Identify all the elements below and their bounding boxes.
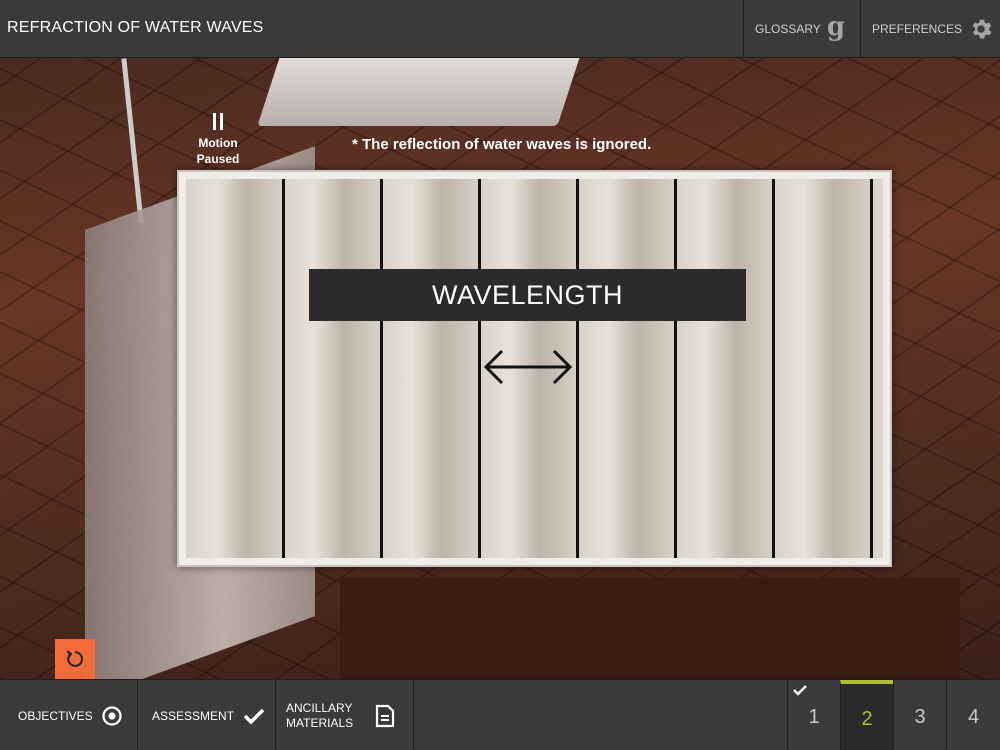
preferences-button[interactable]: PREFERENCES [860,0,1000,58]
motion-state-label: Motion Paused [190,135,246,167]
wavelength-label: WAVELENGTH [309,269,746,321]
wave-crest [772,179,775,558]
ancillary-label: ANCILLARY MATERIALS [286,701,366,731]
reset-icon [66,650,83,667]
double-arrow-icon [483,349,573,385]
top-bar: REFRACTION OF WATER WAVES GLOSSARY g PRE… [0,0,1000,58]
ancillary-label-line2: MATERIALS [286,715,354,730]
page-tab-label: 1 [808,706,820,728]
wave-crest [380,179,383,558]
gear-icon [972,19,992,39]
bottom-bar: OBJECTIVES ASSESSMENT ANCILLARY MATERIAL… [0,679,1000,750]
wave-crest [282,179,285,558]
page-tab-1[interactable]: 1 [787,680,840,750]
page-title: REFRACTION OF WATER WAVES [7,19,264,36]
motion-toggle[interactable]: Motion Paused [190,113,246,167]
motion-state-line1: Motion [198,136,238,150]
glossary-button[interactable]: GLOSSARY g [743,0,860,58]
simulation-scene: Motion Paused * The reflection of water … [0,58,1000,679]
page-tab-label: 3 [914,706,926,728]
wave-panel: WAVELENGTH [177,170,892,567]
reset-button[interactable] [55,639,95,679]
preferences-label: PREFERENCES [872,22,963,36]
completed-check-icon [793,685,807,696]
wave-crest [870,179,873,558]
reflection-note: * The reflection of water waves is ignor… [352,136,652,153]
document-icon [375,704,395,727]
glossary-label: GLOSSARY [755,22,821,36]
page-tab-label: 4 [967,706,980,728]
lamp-shade [257,58,583,126]
ancillary-materials-button[interactable]: ANCILLARY MATERIALS [276,680,414,750]
checkmark-icon [243,708,265,724]
pause-icon [213,113,223,130]
page-tab-3[interactable]: 3 [893,680,946,750]
page-tab-2[interactable]: 2 [840,680,893,750]
page-tab-4[interactable]: 4 [946,680,1000,750]
glossary-icon: g [826,12,845,42]
page-tab-label: 2 [861,708,873,730]
wave-crest [478,179,481,558]
objectives-button[interactable]: OBJECTIVES [0,680,138,750]
objectives-label: OBJECTIVES [18,708,93,723]
target-icon [102,705,122,726]
assessment-button[interactable]: ASSESSMENT [138,680,276,750]
wave-crest [576,179,579,558]
wave-area: WAVELENGTH [186,179,883,558]
wave-crest [674,179,677,558]
table-surface [340,578,960,679]
motion-state-line2: Paused [196,152,240,166]
assessment-label: ASSESSMENT [152,708,235,723]
ancillary-label-line1: ANCILLARY [286,700,353,715]
